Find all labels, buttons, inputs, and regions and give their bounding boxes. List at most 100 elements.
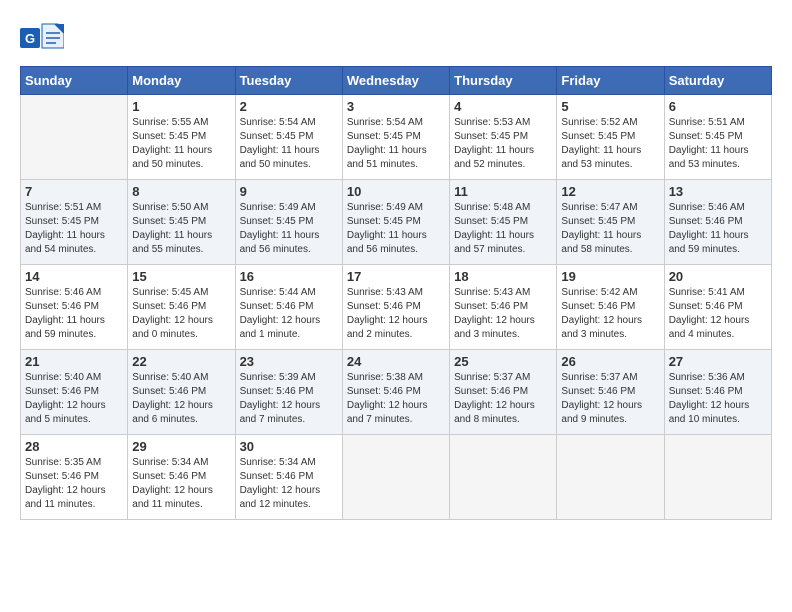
day-info: Sunrise: 5:46 AM Sunset: 5:46 PM Dayligh… (25, 286, 123, 342)
day-header-friday: Friday (557, 67, 664, 95)
day-number: 28 (25, 439, 123, 454)
day-number: 30 (240, 439, 338, 454)
header: G (20, 20, 772, 56)
day-number: 22 (132, 354, 230, 369)
day-info: Sunrise: 5:34 AM Sunset: 5:46 PM Dayligh… (240, 456, 338, 512)
day-number: 10 (347, 184, 445, 199)
day-number: 4 (454, 99, 552, 114)
calendar-day-cell: 1 Sunrise: 5:55 AM Sunset: 5:45 PM Daylig… (128, 95, 235, 180)
calendar-day-cell: 3Sunrise: 5:54 AM Sunset: 5:45 PM Daylig… (342, 95, 449, 180)
calendar-empty-cell (557, 435, 664, 520)
day-number: 12 (561, 184, 659, 199)
calendar-empty-cell (21, 95, 128, 180)
day-number: 7 (25, 184, 123, 199)
calendar-empty-cell (342, 435, 449, 520)
day-info: Sunrise: 5:34 AM Sunset: 5:46 PM Dayligh… (132, 456, 230, 512)
day-info: Sunrise: 5:37 AM Sunset: 5:46 PM Dayligh… (561, 371, 659, 427)
day-number: 24 (347, 354, 445, 369)
day-number: 21 (25, 354, 123, 369)
calendar-table: SundayMondayTuesdayWednesdayThursdayFrid… (20, 66, 772, 520)
calendar-week-row: 14Sunrise: 5:46 AM Sunset: 5:46 PM Dayli… (21, 265, 772, 350)
calendar-empty-cell (664, 435, 771, 520)
day-number: 18 (454, 269, 552, 284)
day-info: Sunrise: 5:44 AM Sunset: 5:46 PM Dayligh… (240, 286, 338, 342)
calendar-day-cell: 15 Sunrise: 5:45 AM Sunset: 5:46 PM Dayli… (128, 265, 235, 350)
day-info: Sunrise: 5:35 AM Sunset: 5:46 PM Dayligh… (25, 456, 123, 512)
day-number: 1 (132, 99, 230, 114)
calendar-day-cell: 7 Sunrise: 5:51 AM Sunset: 5:45 PM Daylig… (21, 180, 128, 265)
calendar-day-cell: 14Sunrise: 5:46 AM Sunset: 5:46 PM Dayli… (21, 265, 128, 350)
calendar-day-cell: 13 Sunrise: 5:46 AM Sunset: 5:46 PM Dayli… (664, 180, 771, 265)
calendar-day-cell: 24 Sunrise: 5:38 AM Sunset: 5:46 PM Dayli… (342, 350, 449, 435)
calendar-week-row: 21 Sunrise: 5:40 AM Sunset: 5:46 PM Dayli… (21, 350, 772, 435)
day-number: 8 (132, 184, 230, 199)
day-info: Sunrise: 5:43 AM Sunset: 5:46 PM Dayligh… (454, 286, 552, 342)
day-number: 6 (669, 99, 767, 114)
calendar-day-cell: 18 Sunrise: 5:43 AM Sunset: 5:46 PM Dayli… (450, 265, 557, 350)
day-info: Sunrise: 5:54 AM Sunset: 5:45 PM Dayligh… (347, 116, 445, 172)
calendar-day-cell: 4Sunrise: 5:53 AM Sunset: 5:45 PM Daylig… (450, 95, 557, 180)
day-header-thursday: Thursday (450, 67, 557, 95)
day-info: Sunrise: 5:49 AM Sunset: 5:45 PM Dayligh… (347, 201, 445, 257)
day-number: 16 (240, 269, 338, 284)
day-info: Sunrise: 5:38 AM Sunset: 5:46 PM Dayligh… (347, 371, 445, 427)
day-info: Sunrise: 5:55 AM Sunset: 5:45 PM Dayligh… (132, 116, 230, 172)
day-number: 29 (132, 439, 230, 454)
day-number: 25 (454, 354, 552, 369)
day-info: Sunrise: 5:49 AM Sunset: 5:45 PM Dayligh… (240, 201, 338, 257)
calendar-day-cell: 10 Sunrise: 5:49 AM Sunset: 5:45 PM Dayli… (342, 180, 449, 265)
day-info: Sunrise: 5:51 AM Sunset: 5:45 PM Dayligh… (25, 201, 123, 257)
day-number: 2 (240, 99, 338, 114)
day-info: Sunrise: 5:51 AM Sunset: 5:45 PM Dayligh… (669, 116, 767, 172)
calendar-day-cell: 25 Sunrise: 5:37 AM Sunset: 5:46 PM Dayli… (450, 350, 557, 435)
day-info: Sunrise: 5:50 AM Sunset: 5:45 PM Dayligh… (132, 201, 230, 257)
logo: G (20, 20, 68, 56)
day-number: 15 (132, 269, 230, 284)
calendar-week-row: 7 Sunrise: 5:51 AM Sunset: 5:45 PM Daylig… (21, 180, 772, 265)
day-info: Sunrise: 5:40 AM Sunset: 5:46 PM Dayligh… (25, 371, 123, 427)
calendar-header-row: SundayMondayTuesdayWednesdayThursdayFrid… (21, 67, 772, 95)
day-info: Sunrise: 5:42 AM Sunset: 5:46 PM Dayligh… (561, 286, 659, 342)
calendar-day-cell: 29 Sunrise: 5:34 AM Sunset: 5:46 PM Dayli… (128, 435, 235, 520)
day-header-monday: Monday (128, 67, 235, 95)
day-number: 13 (669, 184, 767, 199)
day-header-sunday: Sunday (21, 67, 128, 95)
calendar-day-cell: 19Sunrise: 5:42 AM Sunset: 5:46 PM Dayli… (557, 265, 664, 350)
calendar-day-cell: 28 Sunrise: 5:35 AM Sunset: 5:46 PM Dayli… (21, 435, 128, 520)
calendar-day-cell: 6 Sunrise: 5:51 AM Sunset: 5:45 PM Daylig… (664, 95, 771, 180)
day-info: Sunrise: 5:46 AM Sunset: 5:46 PM Dayligh… (669, 201, 767, 257)
day-info: Sunrise: 5:36 AM Sunset: 5:46 PM Dayligh… (669, 371, 767, 427)
day-number: 11 (454, 184, 552, 199)
day-number: 9 (240, 184, 338, 199)
calendar-day-cell: 16 Sunrise: 5:44 AM Sunset: 5:46 PM Dayli… (235, 265, 342, 350)
day-number: 23 (240, 354, 338, 369)
day-info: Sunrise: 5:48 AM Sunset: 5:45 PM Dayligh… (454, 201, 552, 257)
calendar-day-cell: 22Sunrise: 5:40 AM Sunset: 5:46 PM Dayli… (128, 350, 235, 435)
day-info: Sunrise: 5:45 AM Sunset: 5:46 PM Dayligh… (132, 286, 230, 342)
calendar-day-cell: 17Sunrise: 5:43 AM Sunset: 5:46 PM Dayli… (342, 265, 449, 350)
day-info: Sunrise: 5:39 AM Sunset: 5:46 PM Dayligh… (240, 371, 338, 427)
calendar-day-cell: 5Sunrise: 5:52 AM Sunset: 5:45 PM Daylig… (557, 95, 664, 180)
calendar-day-cell: 26 Sunrise: 5:37 AM Sunset: 5:46 PM Dayli… (557, 350, 664, 435)
day-header-wednesday: Wednesday (342, 67, 449, 95)
calendar-day-cell: 27 Sunrise: 5:36 AM Sunset: 5:46 PM Dayli… (664, 350, 771, 435)
day-info: Sunrise: 5:52 AM Sunset: 5:45 PM Dayligh… (561, 116, 659, 172)
day-number: 27 (669, 354, 767, 369)
calendar-day-cell: 23 Sunrise: 5:39 AM Sunset: 5:46 PM Dayli… (235, 350, 342, 435)
day-number: 26 (561, 354, 659, 369)
day-header-saturday: Saturday (664, 67, 771, 95)
calendar-week-row: 28 Sunrise: 5:35 AM Sunset: 5:46 PM Dayli… (21, 435, 772, 520)
calendar-day-cell: 12 Sunrise: 5:47 AM Sunset: 5:45 PM Dayli… (557, 180, 664, 265)
svg-text:G: G (25, 31, 35, 46)
day-info: Sunrise: 5:37 AM Sunset: 5:46 PM Dayligh… (454, 371, 552, 427)
calendar-day-cell: 9 Sunrise: 5:49 AM Sunset: 5:45 PM Daylig… (235, 180, 342, 265)
calendar-day-cell: 21 Sunrise: 5:40 AM Sunset: 5:46 PM Dayli… (21, 350, 128, 435)
day-info: Sunrise: 5:54 AM Sunset: 5:45 PM Dayligh… (240, 116, 338, 172)
day-header-tuesday: Tuesday (235, 67, 342, 95)
calendar-day-cell: 11 Sunrise: 5:48 AM Sunset: 5:45 PM Dayli… (450, 180, 557, 265)
calendar-day-cell: 30 Sunrise: 5:34 AM Sunset: 5:46 PM Dayli… (235, 435, 342, 520)
day-info: Sunrise: 5:41 AM Sunset: 5:46 PM Dayligh… (669, 286, 767, 342)
day-number: 20 (669, 269, 767, 284)
day-number: 17 (347, 269, 445, 284)
day-info: Sunrise: 5:47 AM Sunset: 5:45 PM Dayligh… (561, 201, 659, 257)
